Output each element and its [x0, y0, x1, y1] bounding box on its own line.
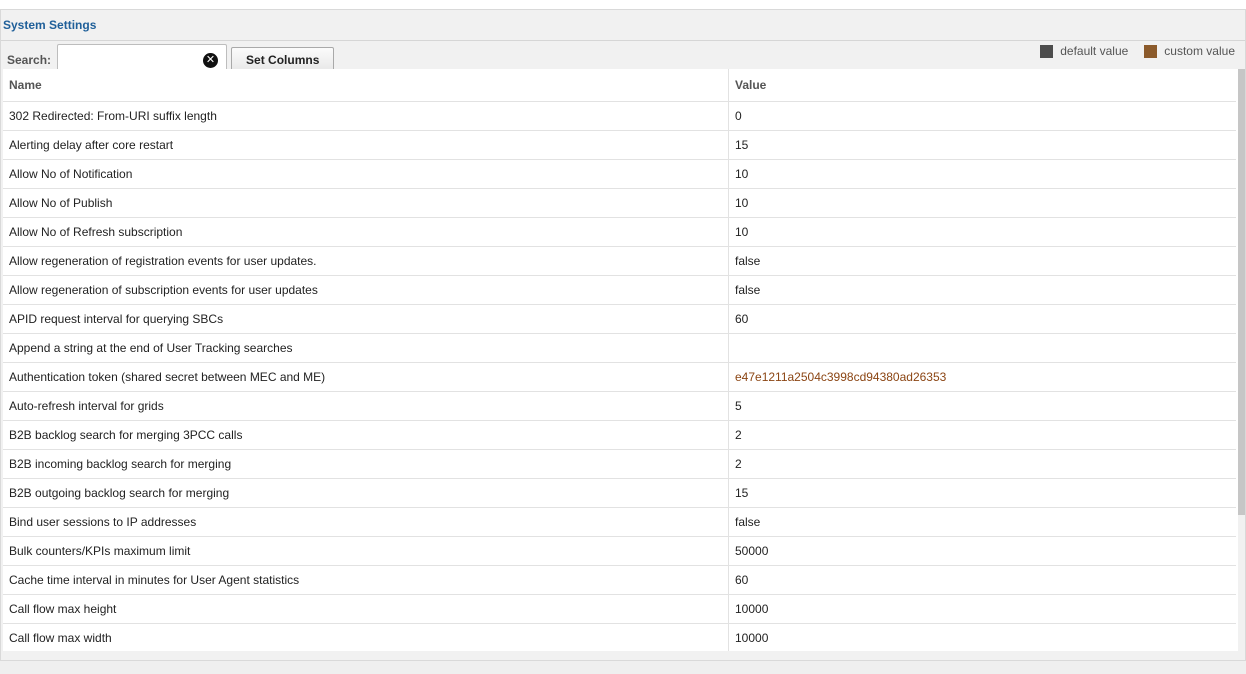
setting-name-cell: B2B outgoing backlog search for merging [3, 478, 729, 508]
setting-name-cell: Call flow max width [3, 623, 729, 651]
setting-name-cell: Auto-refresh interval for grids [3, 391, 729, 421]
table-row[interactable]: Append a string at the end of User Track… [3, 333, 1236, 363]
settings-grid: Name Value 302 Redirected: From-URI suff… [3, 69, 1238, 651]
setting-name-cell: Allow regeneration of subscription event… [3, 275, 729, 305]
setting-value-cell[interactable]: 10 [728, 159, 1236, 189]
setting-value-cell[interactable]: 60 [728, 565, 1236, 595]
setting-value-cell[interactable]: 15 [728, 130, 1236, 160]
vertical-scrollbar[interactable] [1238, 69, 1245, 515]
setting-value-cell[interactable]: 2 [728, 449, 1236, 479]
search-label: Search: [7, 53, 52, 67]
setting-value-cell[interactable]: false [728, 275, 1236, 305]
setting-name-cell: Append a string at the end of User Track… [3, 333, 729, 363]
table-row[interactable]: Allow regeneration of subscription event… [3, 275, 1236, 305]
table-row[interactable]: 302 Redirected: From-URI suffix length 0 [3, 101, 1236, 131]
setting-value-cell[interactable]: false [728, 246, 1236, 276]
setting-value-cell[interactable]: e47e1211a2504c3998cd94380ad26353 [728, 362, 1236, 392]
table-row[interactable]: Call flow max height 10000 [3, 594, 1236, 624]
setting-value-cell[interactable]: 10 [728, 188, 1236, 218]
setting-name-cell: Allow No of Publish [3, 188, 729, 218]
setting-value-cell[interactable]: 10000 [728, 594, 1236, 624]
default-value-swatch [1040, 44, 1054, 58]
setting-value-cell[interactable]: 5 [728, 391, 1236, 421]
setting-value-cell[interactable]: 60 [728, 304, 1236, 334]
legend-default: default value [1040, 44, 1128, 58]
setting-name-cell: Bulk counters/KPIs maximum limit [3, 536, 729, 566]
table-row[interactable]: Allow No of Notification 10 [3, 159, 1236, 189]
setting-name-cell: Call flow max height [3, 594, 729, 624]
setting-name-cell: B2B backlog search for merging 3PCC call… [3, 420, 729, 450]
setting-name-cell: Alerting delay after core restart [3, 130, 729, 160]
table-row[interactable]: Bulk counters/KPIs maximum limit 50000 [3, 536, 1236, 566]
table-row[interactable]: B2B backlog search for merging 3PCC call… [3, 420, 1236, 450]
panel-header: System Settings [1, 10, 1245, 41]
table-row[interactable]: Alerting delay after core restart 15 [3, 130, 1236, 160]
setting-name-cell: B2B incoming backlog search for merging [3, 449, 729, 479]
settings-table: Name Value 302 Redirected: From-URI suff… [3, 69, 1236, 651]
table-row[interactable]: Allow No of Refresh subscription 10 [3, 217, 1236, 247]
table-row[interactable]: Allow regeneration of registration event… [3, 246, 1236, 276]
table-body: 302 Redirected: From-URI suffix length 0 A… [3, 101, 1236, 651]
legend-custom-label: custom value [1164, 44, 1235, 58]
table-row[interactable]: APID request interval for querying SBCs 6… [3, 304, 1236, 334]
setting-value-cell[interactable]: 2 [728, 420, 1236, 450]
setting-value-cell[interactable]: 10 [728, 217, 1236, 247]
column-header-name[interactable]: Name [3, 69, 729, 102]
table-row[interactable]: Cache time interval in minutes for User … [3, 565, 1236, 595]
table-row[interactable]: Authentication token (shared secret betw… [3, 362, 1236, 392]
table-row[interactable]: B2B outgoing backlog search for merging 1… [3, 478, 1236, 508]
bottom-strip [0, 661, 1246, 674]
table-row[interactable]: Auto-refresh interval for grids 5 [3, 391, 1236, 421]
setting-value-cell[interactable]: 50000 [728, 536, 1236, 566]
setting-name-cell: Allow No of Notification [3, 159, 729, 189]
table-row[interactable]: B2B incoming backlog search for merging 2 [3, 449, 1236, 479]
setting-name-cell: Cache time interval in minutes for User … [3, 565, 729, 595]
setting-name-cell: Allow regeneration of registration event… [3, 246, 729, 276]
legend: default value custom value [1024, 44, 1235, 58]
setting-name-cell: APID request interval for querying SBCs [3, 304, 729, 334]
table-row[interactable]: Allow No of Publish 10 [3, 188, 1236, 218]
setting-name-cell: Allow No of Refresh subscription [3, 217, 729, 247]
legend-default-label: default value [1060, 44, 1129, 58]
setting-name-cell: Authentication token (shared secret betw… [3, 362, 729, 392]
setting-name-cell: 302 Redirected: From-URI suffix length [3, 101, 729, 131]
setting-value-cell[interactable] [728, 333, 1236, 363]
setting-value-cell[interactable]: 0 [728, 101, 1236, 131]
clear-search-icon[interactable]: ✕ [203, 53, 219, 68]
setting-value-cell[interactable]: 15 [728, 478, 1236, 508]
legend-custom: custom value [1144, 44, 1235, 58]
setting-value-cell[interactable]: false [728, 507, 1236, 537]
custom-value-swatch [1144, 44, 1158, 58]
table-row[interactable]: Bind user sessions to IP addresses false [3, 507, 1236, 537]
setting-name-cell: Bind user sessions to IP addresses [3, 507, 729, 537]
table-header-row: Name Value [3, 69, 1236, 102]
table-row[interactable]: Call flow max width 10000 [3, 623, 1236, 651]
column-header-value[interactable]: Value [728, 69, 1236, 102]
panel-title: System Settings [3, 18, 97, 32]
setting-value-cell[interactable]: 10000 [728, 623, 1236, 651]
